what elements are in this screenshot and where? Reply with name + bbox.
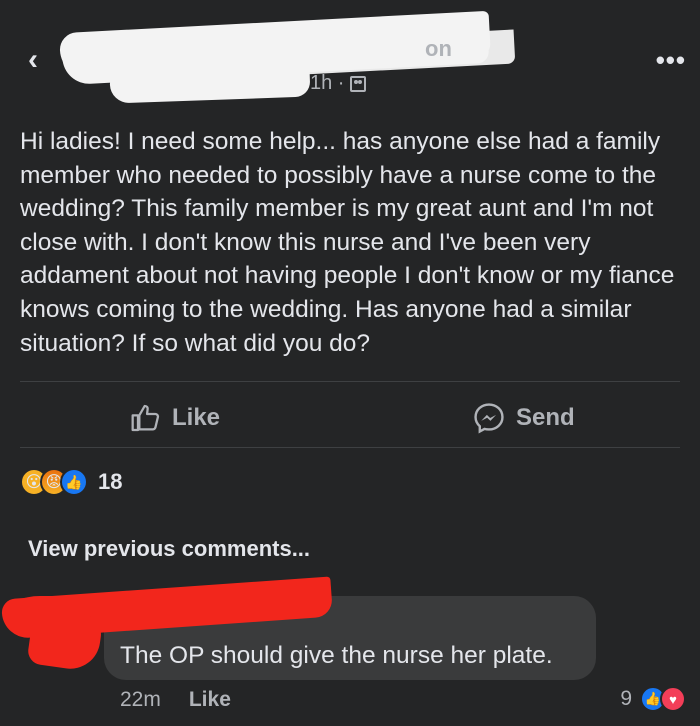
post-header: ‹ on 1h · ••• [0, 0, 700, 110]
send-button[interactable]: Send [472, 398, 575, 438]
reaction-count: 18 [98, 469, 123, 494]
love-reaction-icon: ♥ [660, 686, 686, 712]
group-privacy-icon [350, 75, 367, 92]
post-time[interactable]: 1h · [310, 72, 344, 95]
author-name[interactable]: on [425, 36, 452, 62]
divider [20, 447, 680, 448]
back-button[interactable]: ‹ [28, 44, 52, 76]
more-options-button[interactable]: ••• [656, 47, 686, 73]
chevron-left-icon: ‹ [28, 43, 38, 76]
like-button[interactable]: Like [130, 398, 220, 438]
redaction-mark [26, 607, 104, 673]
ellipsis-icon: ••• [655, 45, 686, 75]
post-body: Hi ladies! I need some help... has anyon… [20, 128, 675, 357]
like-label: Like [172, 404, 221, 431]
comment-reactions[interactable]: 9 👍 ♥ [620, 686, 686, 712]
post-meta: 1h · [310, 72, 367, 95]
messenger-icon [474, 403, 504, 434]
view-previous-comments-link[interactable]: View previous comments... [28, 536, 310, 562]
redaction-mark [109, 66, 311, 104]
comment-text: The OP should give the nurse her plate. [120, 642, 553, 669]
comment-time[interactable]: 22m [120, 688, 161, 712]
reaction-summary[interactable]: 😮 😡 👍 18 [20, 468, 122, 496]
thumbs-up-icon [131, 404, 160, 432]
comment-meta: 22m Like [120, 688, 231, 712]
comment-like-button[interactable]: Like [189, 688, 231, 712]
like-reaction-icon: 👍 [60, 468, 88, 496]
send-label: Send [516, 404, 575, 431]
divider [20, 381, 680, 382]
comment-reaction-count: 9 [620, 687, 632, 710]
